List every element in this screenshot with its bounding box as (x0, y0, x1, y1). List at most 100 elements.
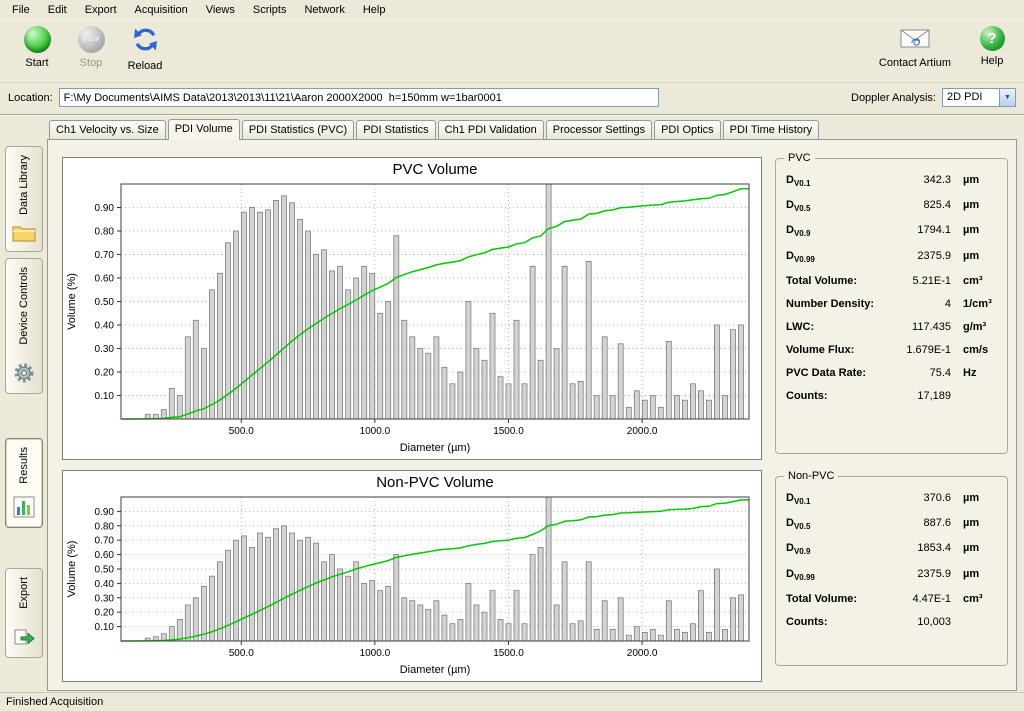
svg-text:1500.0: 1500.0 (493, 648, 524, 659)
sidebar-item-export[interactable]: Export (5, 568, 43, 658)
tab-content: 0.100.200.300.400.500.600.700.800.90500.… (47, 139, 1017, 691)
menu-item-scripts[interactable]: Scripts (245, 2, 295, 18)
location-label: Location: (8, 92, 53, 104)
sidebar-item-device-controls[interactable]: Device Controls (5, 258, 43, 394)
stat-value: 1794.1 (889, 224, 951, 236)
doppler-analysis-label: Doppler Analysis: (851, 92, 936, 104)
stat-row: DV0.99 2375.9 µm (778, 562, 1005, 587)
stat-value: 1.679E-1 (889, 344, 951, 356)
start-button[interactable]: Start (10, 26, 64, 69)
location-input[interactable] (59, 88, 659, 107)
tab-pdi-time-history[interactable]: PDI Time History (723, 120, 820, 139)
svg-text:0.80: 0.80 (95, 521, 115, 532)
pvc-stats-rows: DV0.1 342.3 µm DV0.5 825.4 µm DV0.9 1794… (778, 168, 1005, 407)
svg-text:0.10: 0.10 (95, 622, 115, 633)
help-button[interactable]: ? Help (974, 26, 1010, 69)
stat-value: 75.4 (889, 367, 951, 379)
stat-row: Number Density: 4 1/cm³ (778, 292, 1005, 315)
stat-value: 342.3 (889, 174, 951, 186)
status-text: Finished Acquisition (6, 696, 103, 708)
stat-label: DV0.9 (786, 542, 889, 556)
stat-value: 1853.4 (889, 542, 951, 554)
doppler-analysis-value: 2D PDI (943, 89, 999, 106)
stat-unit: cm/s (951, 344, 997, 356)
stat-row: DV0.99 2375.9 µm (778, 244, 1005, 269)
svg-text:Volume (%): Volume (%) (66, 541, 78, 598)
stat-unit: g/m³ (951, 321, 997, 333)
menu-item-acquisition[interactable]: Acquisition (127, 2, 196, 18)
stat-value: 117.435 (889, 321, 951, 333)
stat-row: Total Volume: 4.47E-1 cm³ (778, 587, 1005, 610)
svg-text:PVC Volume: PVC Volume (392, 161, 477, 178)
stat-label: Total Volume: (786, 593, 889, 605)
help-button-label: Help (981, 55, 1004, 67)
sidebar-item-label: Results (18, 447, 30, 484)
mail-icon (900, 26, 930, 53)
stat-unit: µm (951, 492, 997, 504)
export-icon (13, 626, 35, 651)
tab-pdi-statistics[interactable]: PDI Statistics (356, 120, 435, 139)
stat-label: Counts: (786, 390, 889, 402)
stat-row: DV0.5 825.4 µm (778, 193, 1005, 218)
stat-value: 17,189 (889, 390, 951, 402)
svg-text:0.80: 0.80 (95, 227, 115, 238)
help-icon: ? (980, 26, 1005, 51)
stat-row: DV0.1 342.3 µm (778, 168, 1005, 193)
stat-row: Counts: 17,189 (778, 384, 1005, 407)
menu-item-network[interactable]: Network (296, 2, 352, 18)
tab-ch1-pdi-validation[interactable]: Ch1 PDI Validation (438, 120, 544, 139)
menu-item-file[interactable]: File (4, 2, 38, 18)
stat-unit: cm³ (951, 275, 997, 287)
pvc-volume-chart-box: 0.100.200.300.400.500.600.700.800.90500.… (62, 157, 762, 460)
svg-text:1000.0: 1000.0 (360, 426, 391, 437)
non-pvc-volume-chart: 0.100.200.300.400.500.600.700.800.90500.… (63, 471, 761, 681)
stat-label: Counts: (786, 616, 889, 628)
svg-text:0.60: 0.60 (95, 550, 115, 561)
tab-processor-settings[interactable]: Processor Settings (546, 120, 652, 139)
tab-pdi-volume[interactable]: PDI Volume (168, 119, 240, 140)
menu-item-export[interactable]: Export (77, 2, 125, 18)
menu-bar: FileEditExportAcquisitionViewsScriptsNet… (0, 0, 1024, 21)
tab-pdi-optics[interactable]: PDI Optics (654, 120, 721, 139)
svg-text:Volume (%): Volume (%) (66, 273, 78, 330)
contact-artium-button[interactable]: Contact Artium (876, 26, 954, 69)
tab-pdi-statistics-pvc-[interactable]: PDI Statistics (PVC) (242, 120, 354, 139)
stat-label: DV0.9 (786, 224, 889, 238)
menu-item-help[interactable]: Help (355, 2, 394, 18)
svg-text:2000.0: 2000.0 (627, 648, 658, 659)
stat-label: DV0.5 (786, 517, 889, 531)
tab-ch1-velocity-vs-size[interactable]: Ch1 Velocity vs. Size (49, 120, 166, 139)
svg-text:500.0: 500.0 (229, 426, 254, 437)
menu-item-edit[interactable]: Edit (40, 2, 75, 18)
stop-icon: STOP (78, 26, 105, 53)
svg-text:0.20: 0.20 (95, 608, 115, 619)
stat-label: DV0.99 (786, 250, 889, 264)
reload-button[interactable]: Reload (118, 26, 172, 72)
non-pvc-stats-rows: DV0.1 370.6 µm DV0.5 887.6 µm DV0.9 1853… (778, 486, 1005, 633)
stat-unit: µm (951, 568, 997, 580)
stat-unit: Hz (951, 367, 997, 379)
stat-label: Volume Flux: (786, 344, 889, 356)
sidebar-item-data-library[interactable]: Data Library (5, 146, 43, 252)
folder-icon (12, 222, 36, 245)
svg-text:2000.0: 2000.0 (627, 426, 658, 437)
doppler-analysis-select[interactable]: 2D PDI ▼ (942, 88, 1016, 107)
svg-text:Diameter (µm): Diameter (µm) (400, 442, 471, 454)
menu-item-views[interactable]: Views (198, 2, 243, 18)
svg-text:0.90: 0.90 (95, 203, 115, 214)
pvc-stats-panel: PVC DV0.1 342.3 µm DV0.5 825.4 µm DV0.9 … (775, 152, 1008, 454)
stat-row: PVC Data Rate: 75.4 Hz (778, 361, 1005, 384)
stat-value: 4.47E-1 (889, 593, 951, 605)
tab-bar: Ch1 Velocity vs. SizePDI VolumePDI Stati… (47, 118, 1017, 139)
contact-artium-label: Contact Artium (879, 57, 951, 69)
stat-value: 4 (889, 298, 951, 310)
svg-text:0.90: 0.90 (95, 507, 115, 518)
sidebar: Data Library Device Controls Results Exp… (5, 146, 45, 676)
stat-label: DV0.5 (786, 199, 889, 213)
sidebar-item-results[interactable]: Results (5, 438, 43, 528)
reload-button-label: Reload (128, 60, 163, 72)
stop-button-label: Stop (80, 57, 103, 69)
start-icon (24, 26, 51, 53)
stop-button[interactable]: STOP Stop (64, 26, 118, 69)
non-pvc-stats-panel: Non-PVC DV0.1 370.6 µm DV0.5 887.6 µm DV… (775, 470, 1008, 666)
